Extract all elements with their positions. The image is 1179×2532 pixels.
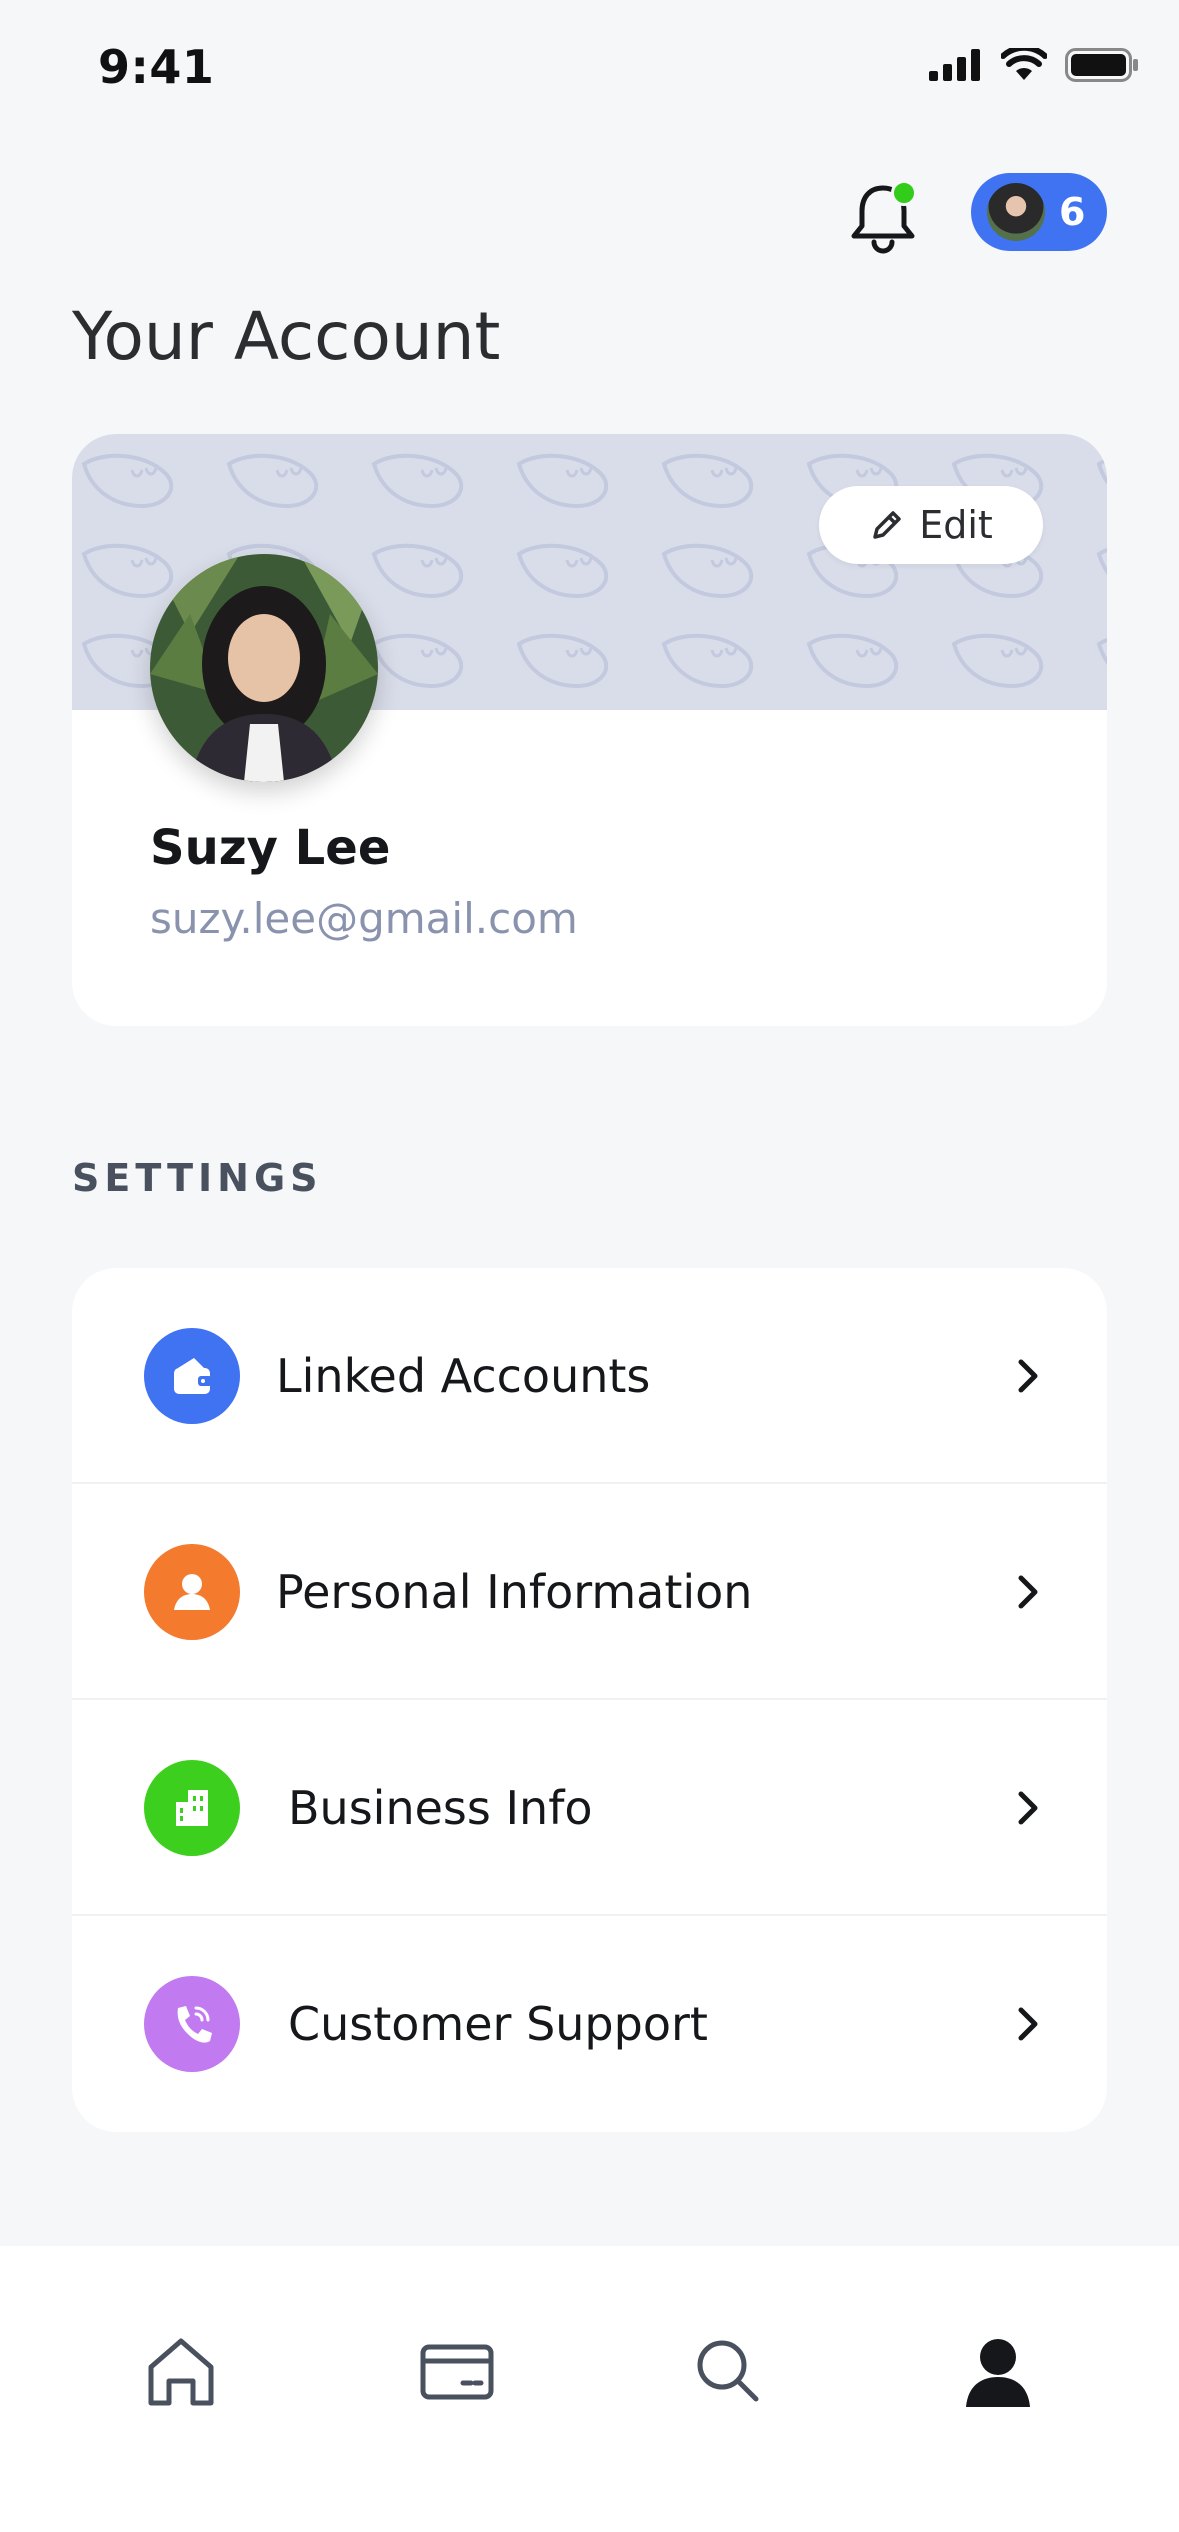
settings-item-label: Linked Accounts: [276, 1349, 651, 1403]
profile-avatar[interactable]: [150, 554, 378, 782]
status-icons: [929, 48, 1139, 82]
wallet-icon: [144, 1328, 240, 1424]
wifi-icon: [1001, 48, 1047, 80]
settings-section-label: SETTINGS: [72, 1156, 323, 1200]
settings-item-label: Customer Support: [288, 1997, 708, 2051]
settings-item-label: Business Info: [288, 1781, 593, 1835]
battery-icon: [1065, 48, 1138, 82]
tab-profile[interactable]: [953, 2326, 1043, 2416]
notification-count: 6: [1059, 190, 1086, 234]
profile-card: Edit Suzy Lee suzy.lee@gmail.com: [72, 434, 1107, 1026]
settings-item-label: Personal Information: [276, 1565, 753, 1619]
profile-name: Suzy Lee: [150, 820, 391, 876]
profile-email: suzy.lee@gmail.com: [150, 894, 578, 943]
avatar-small: [987, 183, 1045, 241]
profile-icon: [966, 2339, 1030, 2407]
notification-dot: [891, 180, 917, 206]
pencil-icon: [873, 511, 901, 539]
chevron-right-icon: [1018, 1791, 1038, 1825]
settings-item-linked-accounts[interactable]: Linked Accounts: [72, 1268, 1107, 1484]
phone-icon: [144, 1976, 240, 2072]
profile-photo: [150, 554, 378, 782]
user-switcher-pill[interactable]: 6: [971, 173, 1107, 251]
settings-item-personal-information[interactable]: Personal Information: [72, 1484, 1107, 1700]
tab-cards[interactable]: [412, 2326, 502, 2416]
chevron-right-icon: [1018, 1359, 1038, 1393]
settings-list: Linked Accounts Personal Information Bus…: [72, 1268, 1107, 2132]
tab-search[interactable]: [683, 2326, 773, 2416]
tab-home[interactable]: [136, 2326, 226, 2416]
search-icon: [697, 2340, 759, 2402]
tab-bar: [0, 2246, 1179, 2532]
building-icon: [144, 1760, 240, 1856]
settings-item-customer-support[interactable]: Customer Support: [72, 1916, 1107, 2132]
chevron-right-icon: [1018, 1575, 1038, 1609]
page-title: Your Account: [72, 298, 501, 375]
person-icon: [144, 1544, 240, 1640]
edit-profile-button[interactable]: Edit: [819, 486, 1043, 564]
cellular-signal-icon: [929, 49, 980, 81]
notifications-button[interactable]: [845, 180, 921, 256]
card-icon: [420, 2344, 494, 2400]
edit-label: Edit: [919, 503, 993, 547]
status-time: 9:41: [98, 40, 215, 94]
settings-item-business-info[interactable]: Business Info: [72, 1700, 1107, 1916]
account-screen: 9:41 6 Your Account Edit Suzy Lee suzy.l…: [0, 0, 1179, 2532]
chevron-right-icon: [1018, 2007, 1038, 2041]
home-icon: [148, 2338, 214, 2406]
